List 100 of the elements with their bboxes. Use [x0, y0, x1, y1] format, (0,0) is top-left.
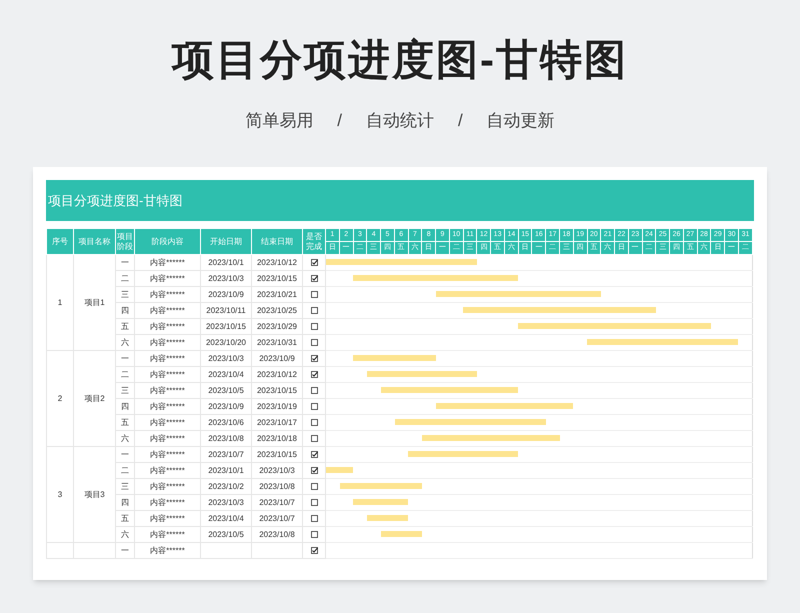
checked-checkbox[interactable] [310, 466, 318, 474]
end-date-cell: 2023/10/18 [252, 430, 302, 446]
checkbox[interactable] [310, 498, 318, 506]
start-date-cell: 2023/10/3 [200, 494, 252, 510]
end-date-cell: 2023/10/25 [252, 302, 302, 318]
end-date-cell: 2023/10/31 [252, 334, 302, 350]
row-number: 1 [46, 254, 74, 350]
page-title: 项目分项进度图-甘特图 [172, 35, 628, 85]
feature-label: 自动更新 [486, 110, 555, 132]
end-date-cell: 2023/10/15 [252, 270, 302, 286]
stage-cell: 六 [116, 430, 134, 446]
start-date-cell: 2023/10/1 [200, 254, 252, 270]
gantt-bar [353, 499, 408, 505]
content-cell: 内容****** [134, 430, 200, 446]
stage-cell: 二 [116, 270, 134, 286]
content-cell: 内容****** [134, 414, 200, 430]
stage-cell: 四 [116, 494, 134, 510]
column-header: 是否完成 [302, 228, 326, 254]
stage-cell: 五 [116, 510, 134, 526]
end-date-cell: 2023/10/9 [252, 350, 302, 366]
checked-checkbox[interactable] [310, 546, 318, 554]
column-header: 项目名称 [74, 228, 116, 254]
content-cell: 内容****** [134, 350, 200, 366]
content-cell: 内容****** [134, 446, 200, 462]
start-date-cell: 2023/10/9 [200, 286, 252, 302]
content-cell: 内容****** [134, 510, 200, 526]
sheet-title: 项目分项进度图-甘特图 [46, 180, 754, 221]
stage-cell: 六 [116, 334, 134, 350]
checkbox[interactable] [310, 530, 318, 538]
start-date-cell: 2023/10/3 [200, 270, 252, 286]
stage-cell: 二 [116, 462, 134, 478]
feature-label: 简单易用 [245, 110, 314, 132]
checked-checkbox[interactable] [310, 258, 318, 266]
stage-cell: 三 [116, 382, 134, 398]
start-date-cell: 2023/10/7 [200, 446, 252, 462]
content-cell: 内容****** [134, 270, 200, 286]
checkbox[interactable] [310, 514, 318, 522]
separator: / [337, 110, 342, 132]
stage-cell: 二 [116, 366, 134, 382]
checkbox[interactable] [310, 306, 318, 314]
checked-checkbox[interactable] [310, 274, 318, 282]
stage-cell: 五 [116, 414, 134, 430]
project-name: 项目2 [74, 350, 116, 446]
checked-checkbox[interactable] [310, 354, 318, 362]
stage-cell: 三 [116, 286, 134, 302]
checkbox[interactable] [310, 338, 318, 346]
column-header: 序号 [46, 228, 74, 254]
separator: / [458, 110, 463, 132]
checkbox[interactable] [310, 290, 318, 298]
stage-cell: 一 [116, 254, 134, 270]
checked-checkbox[interactable] [310, 450, 318, 458]
end-date-cell: 2023/10/15 [252, 446, 302, 462]
gantt-bar [326, 467, 354, 473]
end-date-cell: 2023/10/7 [252, 494, 302, 510]
stage-cell: 四 [116, 398, 134, 414]
content-cell: 内容****** [134, 302, 200, 318]
content-cell: 内容****** [134, 526, 200, 542]
checkbox[interactable] [310, 402, 318, 410]
feature-label: 自动统计 [366, 110, 434, 132]
project-name: 项目3 [74, 446, 116, 542]
column-header: 阶段内容 [134, 228, 200, 254]
checkbox[interactable] [310, 418, 318, 426]
end-date-cell: 2023/10/12 [252, 366, 302, 382]
stage-cell: 一 [116, 446, 134, 462]
end-date-cell: 2023/10/8 [252, 526, 302, 542]
checkbox[interactable] [310, 386, 318, 394]
content-cell: 内容****** [134, 254, 200, 270]
content-cell: 内容****** [134, 334, 200, 350]
checked-checkbox[interactable] [310, 370, 318, 378]
start-date-cell: 2023/10/6 [200, 414, 252, 430]
column-header: 开始日期 [200, 228, 252, 254]
content-cell: 内容****** [134, 366, 200, 382]
start-date-cell: 2023/10/2 [200, 478, 252, 494]
start-date-cell: 2023/10/5 [200, 526, 252, 542]
end-date-cell: 2023/10/17 [252, 414, 302, 430]
content-cell: 内容****** [134, 462, 200, 478]
gantt-bar [367, 515, 408, 521]
end-date-cell: 2023/10/8 [252, 478, 302, 494]
stage-cell: 三 [116, 478, 134, 494]
checkbox[interactable] [310, 434, 318, 442]
start-date-cell: 2023/10/15 [200, 318, 252, 334]
end-date-cell: 2023/10/12 [252, 254, 302, 270]
stage-cell: 一 [116, 350, 134, 366]
stage-cell: 四 [116, 302, 134, 318]
end-date-cell: 2023/10/7 [252, 510, 302, 526]
start-date-cell: 2023/10/3 [200, 350, 252, 366]
checkbox[interactable] [310, 482, 318, 490]
column-header: 结束日期 [252, 228, 302, 254]
checkbox[interactable] [310, 322, 318, 330]
stage-cell: 五 [116, 318, 134, 334]
content-cell: 内容****** [134, 398, 200, 414]
row-number: 2 [46, 350, 74, 446]
gantt-bar [380, 531, 422, 537]
content-cell: 内容****** [134, 478, 200, 494]
start-date-cell: 2023/10/5 [200, 382, 252, 398]
start-date-cell: 2023/10/9 [200, 398, 252, 414]
end-date-cell: 2023/10/21 [252, 286, 302, 302]
start-date-cell: 2023/10/20 [200, 334, 252, 350]
column-header: 项目阶段 [116, 228, 134, 254]
start-date-cell: 2023/10/4 [200, 366, 252, 382]
